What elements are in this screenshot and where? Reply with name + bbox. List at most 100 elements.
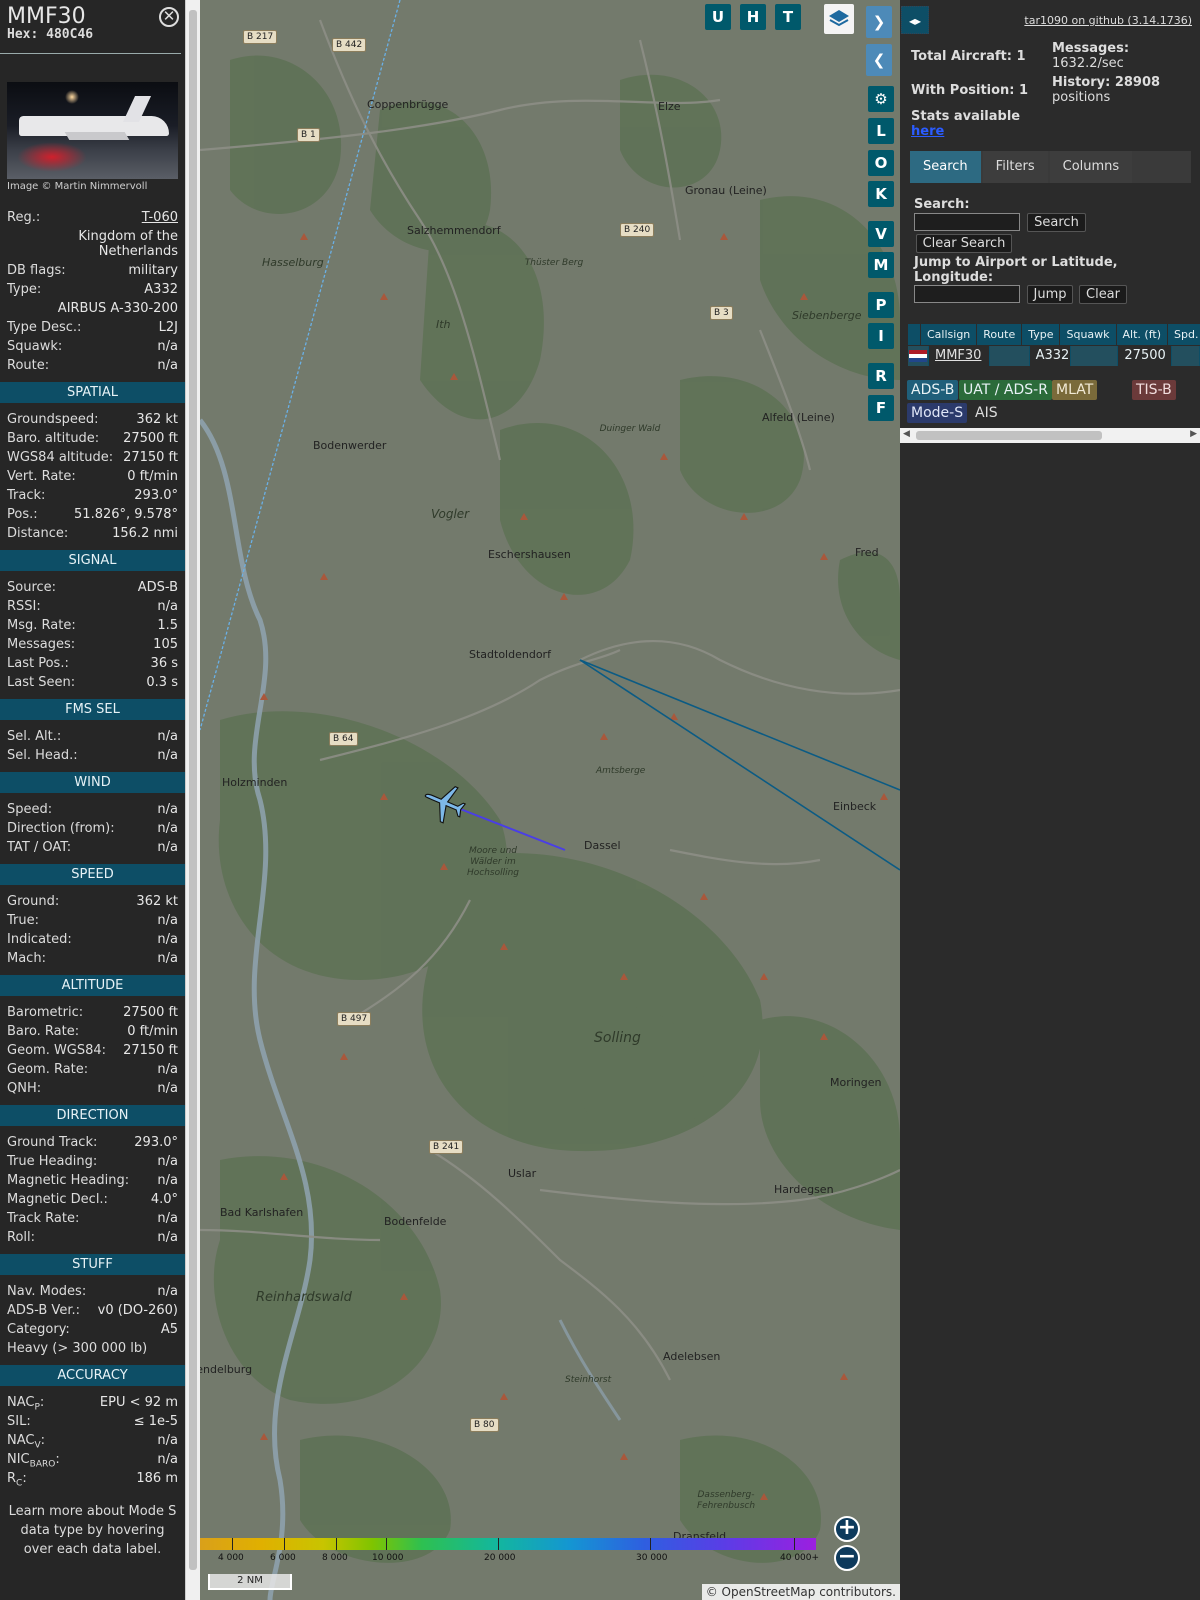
- detail-label[interactable]: SIL:: [7, 1412, 31, 1431]
- search-input[interactable]: [914, 213, 1020, 231]
- map-button-h[interactable]: H: [740, 4, 766, 30]
- detail-label[interactable]: Geom. Rate:: [7, 1060, 88, 1079]
- aircraft-marker-icon[interactable]: [422, 780, 468, 826]
- source-chip-mode-s[interactable]: Mode-S: [907, 403, 968, 423]
- table-horizontal-scrollbar[interactable]: ◀ ▶: [900, 428, 1200, 443]
- zoom-in-icon[interactable]: +: [834, 1516, 860, 1542]
- detail-label[interactable]: Last Seen:: [7, 673, 75, 692]
- map-button-o[interactable]: O: [868, 150, 894, 176]
- row-callsign[interactable]: MMF30: [929, 346, 989, 366]
- detail-label[interactable]: Track:: [7, 486, 45, 505]
- flag-column-header[interactable]: [908, 324, 920, 345]
- map-button-r[interactable]: R: [868, 363, 894, 389]
- map-button-p[interactable]: P: [868, 292, 894, 318]
- map-button-f[interactable]: F: [868, 395, 894, 421]
- tab-columns[interactable]: Columns: [1049, 151, 1133, 183]
- detail-label[interactable]: Speed:: [7, 800, 52, 819]
- source-chip-uat-ads-r[interactable]: UAT / ADS-R: [959, 380, 1052, 400]
- detail-label[interactable]: Roll:: [7, 1228, 35, 1247]
- map-button-k[interactable]: K: [868, 181, 894, 207]
- detail-label[interactable]: QNH:: [7, 1079, 41, 1098]
- layers-icon[interactable]: [824, 4, 854, 34]
- registration-link[interactable]: T-060: [142, 208, 178, 227]
- detail-label[interactable]: NACP:: [7, 1393, 44, 1413]
- section-header-altitude[interactable]: ALTITUDE: [0, 975, 185, 996]
- detail-label[interactable]: Nav. Modes:: [7, 1282, 86, 1301]
- detail-label[interactable]: Groundspeed:: [7, 410, 98, 429]
- github-link[interactable]: tar1090 on github (3.14.1736): [1024, 14, 1192, 27]
- source-chip-tis-b[interactable]: TIS-B: [1132, 380, 1176, 400]
- clear-button[interactable]: Clear: [1079, 285, 1127, 304]
- table-row[interactable]: MMF30 A332 27500: [908, 346, 1200, 366]
- detail-label[interactable]: Heavy (> 300 000 lb): [7, 1339, 147, 1358]
- column-speed[interactable]: Spd.: [1168, 324, 1200, 345]
- detail-label[interactable]: Baro. Rate:: [7, 1022, 79, 1041]
- map-button-l[interactable]: L: [868, 118, 894, 144]
- detail-label[interactable]: Geom. WGS84:: [7, 1041, 106, 1060]
- section-header-spatial[interactable]: SPATIAL: [0, 382, 185, 403]
- tab-filters[interactable]: Filters: [982, 151, 1048, 183]
- detail-label[interactable]: True:: [7, 911, 39, 930]
- detail-label[interactable]: Magnetic Decl.:: [7, 1190, 108, 1209]
- detail-label[interactable]: Ground:: [7, 892, 59, 911]
- stats-here-link[interactable]: here: [911, 124, 944, 139]
- detail-label[interactable]: True Heading:: [7, 1152, 97, 1171]
- column-type[interactable]: Type: [1022, 324, 1060, 345]
- detail-label[interactable]: WGS84 altitude:: [7, 448, 113, 467]
- detail-label[interactable]: Track Rate:: [7, 1209, 79, 1228]
- section-header-accuracy[interactable]: ACCURACY: [0, 1365, 185, 1386]
- map-button-t[interactable]: T: [775, 4, 801, 30]
- detail-label[interactable]: Sel. Alt.:: [7, 727, 61, 746]
- detail-label[interactable]: Messages:: [7, 635, 75, 654]
- section-header-wind[interactable]: WIND: [0, 772, 185, 793]
- detail-label[interactable]: Sel. Head.:: [7, 746, 78, 765]
- tab-search[interactable]: Search: [910, 151, 981, 183]
- detail-label[interactable]: RC:: [7, 1469, 27, 1489]
- expand-right-icon[interactable]: ❯: [866, 6, 892, 38]
- scroll-left-icon[interactable]: ◀: [903, 429, 910, 439]
- column-route[interactable]: Route: [977, 324, 1022, 345]
- detail-label[interactable]: TAT / OAT:: [7, 838, 71, 857]
- detail-label[interactable]: Category:: [7, 1320, 70, 1339]
- detail-label[interactable]: Last Pos.:: [7, 654, 69, 673]
- detail-label[interactable]: Direction (from):: [7, 819, 115, 838]
- detail-label[interactable]: Msg. Rate:: [7, 616, 76, 635]
- section-header-stuff[interactable]: STUFF: [0, 1254, 185, 1275]
- detail-label[interactable]: Baro. altitude:: [7, 429, 99, 448]
- map-button-m[interactable]: M: [868, 252, 894, 278]
- detail-label[interactable]: NICBARO:: [7, 1450, 60, 1470]
- clear-search-button[interactable]: Clear Search: [916, 234, 1012, 253]
- source-chip-ads-b[interactable]: ADS-B: [907, 380, 959, 400]
- search-button[interactable]: Search: [1027, 213, 1086, 232]
- detail-label[interactable]: Magnetic Heading:: [7, 1171, 129, 1190]
- detail-label[interactable]: NACV:: [7, 1431, 45, 1451]
- column-callsign[interactable]: Callsign: [921, 324, 977, 345]
- detail-label[interactable]: Indicated:: [7, 930, 72, 949]
- map-button-i[interactable]: I: [868, 323, 894, 349]
- detail-label[interactable]: Source:: [7, 578, 56, 597]
- detail-label[interactable]: RSSI:: [7, 597, 41, 616]
- detail-label[interactable]: Ground Track:: [7, 1133, 97, 1152]
- collapse-left-icon[interactable]: ❮: [866, 44, 892, 76]
- map-button-v[interactable]: V: [868, 221, 894, 247]
- column-squawk[interactable]: Squawk: [1060, 324, 1116, 345]
- aircraft-photo[interactable]: [7, 82, 178, 179]
- detail-label[interactable]: Vert. Rate:: [7, 467, 76, 486]
- detail-label[interactable]: Pos.:: [7, 505, 38, 524]
- map[interactable]: Coppenbrügge Elze Gronau (Leine) Salzhemmen…: [200, 0, 900, 1600]
- detail-label[interactable]: Barometric:: [7, 1003, 83, 1022]
- close-icon[interactable]: ✕: [159, 7, 179, 27]
- section-header-speed[interactable]: SPEED: [0, 864, 185, 885]
- zoom-out-icon[interactable]: −: [834, 1545, 860, 1571]
- source-chip-ais[interactable]: AIS: [971, 403, 1002, 423]
- detail-label[interactable]: ADS-B Ver.:: [7, 1301, 80, 1320]
- detail-label[interactable]: Distance:: [7, 524, 68, 543]
- detail-label[interactable]: Mach:: [7, 949, 46, 968]
- sidebar-scrollbar[interactable]: [185, 0, 200, 1600]
- source-chip-mlat[interactable]: MLAT: [1052, 380, 1098, 400]
- section-header-direction[interactable]: DIRECTION: [0, 1105, 185, 1126]
- map-button-u[interactable]: U: [705, 4, 731, 30]
- settings-gear-icon[interactable]: ⚙: [868, 86, 894, 112]
- scroll-right-icon[interactable]: ▶: [1190, 429, 1197, 439]
- toggle-sidebar-icon[interactable]: ◂▸: [901, 6, 929, 34]
